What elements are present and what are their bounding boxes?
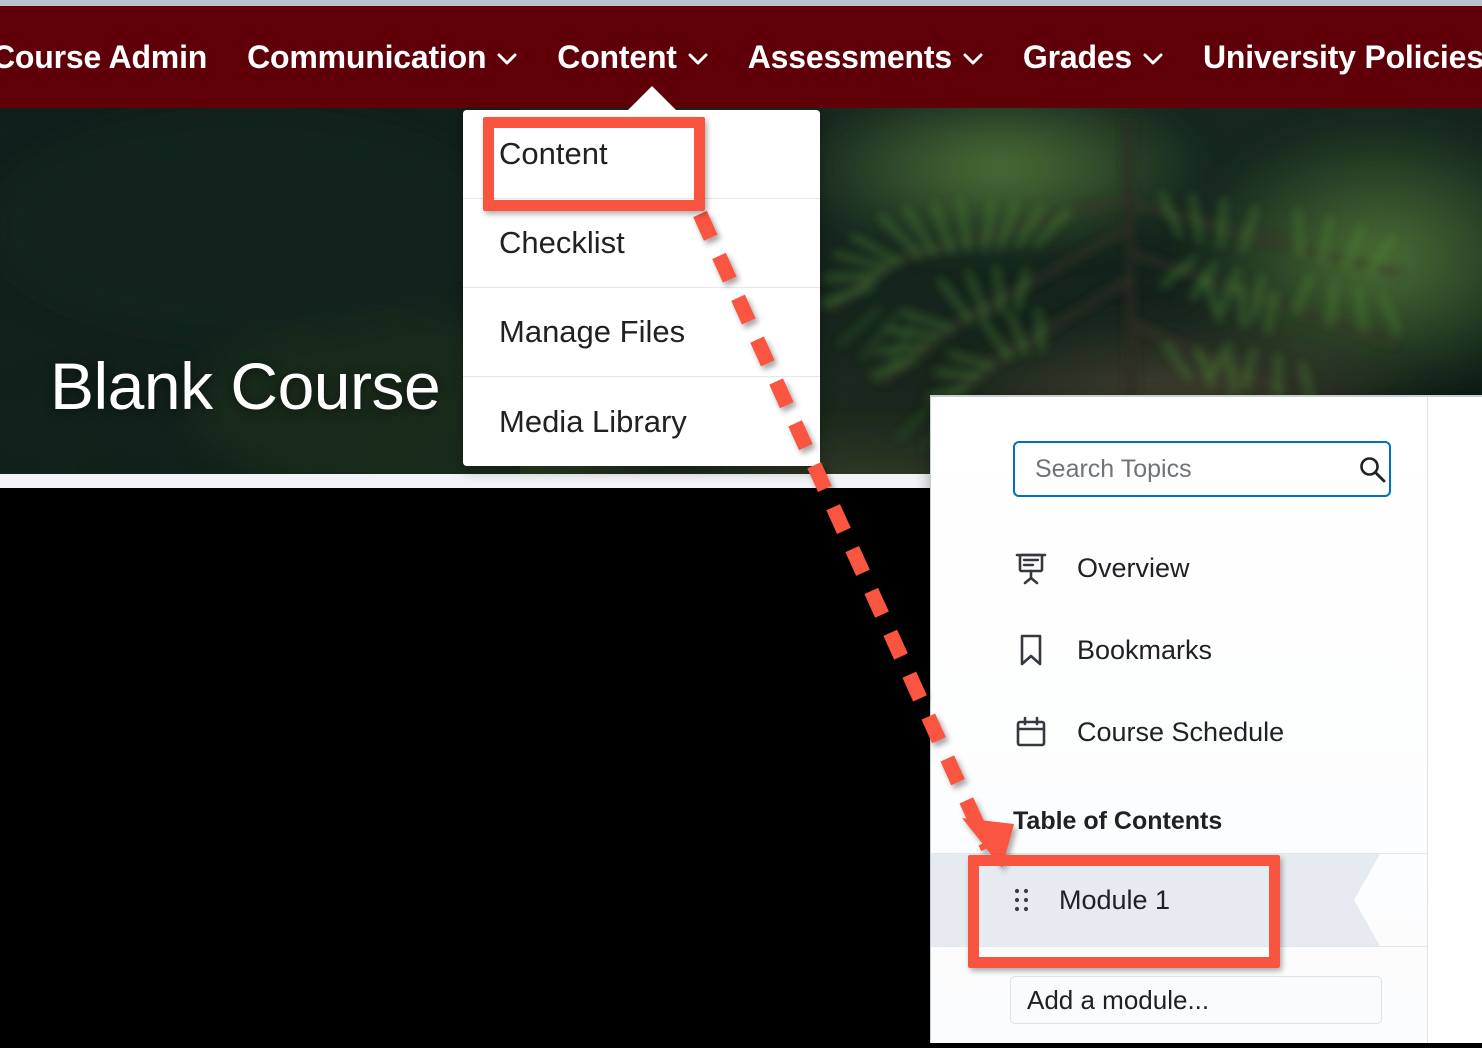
chevron-down-icon bbox=[1143, 52, 1163, 66]
nav-item-content[interactable]: Content bbox=[557, 39, 708, 75]
search-input[interactable] bbox=[1035, 454, 1357, 484]
topic-link-bookmarks[interactable]: Bookmarks bbox=[931, 609, 1428, 691]
menu-item-label: Content bbox=[499, 136, 608, 171]
menu-item-manage-files[interactable]: Manage Files bbox=[463, 288, 820, 377]
menu-item-label: Media Library bbox=[499, 403, 687, 439]
chevron-down-icon bbox=[688, 52, 708, 66]
topics-link-list: Overview Bookmarks Course Schedule bbox=[931, 527, 1428, 773]
topic-link-course-schedule[interactable]: Course Schedule bbox=[931, 691, 1428, 773]
nav-item-course-admin[interactable]: Course Admin bbox=[0, 41, 207, 73]
topics-panel-inner: Overview Bookmarks bbox=[931, 397, 1428, 1043]
drag-handle-icon[interactable] bbox=[1013, 887, 1031, 913]
calendar-icon bbox=[1011, 712, 1051, 752]
nav-item-label: Communication bbox=[247, 39, 487, 75]
topic-link-label: Course Schedule bbox=[1077, 716, 1285, 747]
chevron-down-icon bbox=[497, 52, 517, 66]
nav-item-university-policies[interactable]: University Policies bbox=[1203, 41, 1482, 73]
menu-item-label: Manage Files bbox=[499, 314, 686, 349]
menu-item-content[interactable]: Content bbox=[463, 110, 820, 199]
menu-item-label: Checklist bbox=[499, 225, 625, 260]
nav-item-label: Course Admin bbox=[0, 39, 208, 75]
nav-item-assessments[interactable]: Assessments bbox=[748, 41, 983, 73]
module-selected-notch bbox=[1354, 854, 1380, 946]
search-icon[interactable] bbox=[1357, 454, 1387, 484]
add-module-placeholder: Add a module... bbox=[1027, 984, 1210, 1015]
topic-link-label: Overview bbox=[1077, 552, 1190, 583]
page-title: Blank Course bbox=[50, 349, 441, 423]
screenshot-root: Blank Course Course Admin Communication … bbox=[0, 0, 1482, 1048]
course-navbar: Course Admin Communication Content Asses… bbox=[0, 6, 1482, 108]
module-row-divider bbox=[931, 946, 1428, 947]
nav-item-label: Assessments bbox=[747, 39, 952, 75]
topic-link-label: Bookmarks bbox=[1077, 634, 1213, 665]
menu-item-media-library[interactable]: Media Library bbox=[463, 377, 820, 466]
content-dropdown-menu: Content Checklist Manage Files Media Lib… bbox=[463, 110, 820, 466]
topics-side-panel: Overview Bookmarks bbox=[930, 395, 1482, 1043]
chevron-down-icon bbox=[963, 52, 983, 66]
add-module-field[interactable]: Add a module... bbox=[1010, 976, 1382, 1024]
nav-item-grades[interactable]: Grades bbox=[1023, 41, 1163, 73]
toc-module-row[interactable]: Module 1 bbox=[931, 854, 1482, 946]
presentation-icon bbox=[1011, 548, 1051, 588]
bookmark-icon bbox=[1011, 630, 1051, 670]
nav-item-label: University Policies bbox=[1203, 39, 1482, 75]
nav-item-communication[interactable]: Communication bbox=[247, 41, 517, 73]
menu-item-checklist[interactable]: Checklist bbox=[463, 199, 820, 288]
topic-link-overview[interactable]: Overview bbox=[931, 527, 1428, 609]
table-of-contents-heading: Table of Contents bbox=[1013, 807, 1223, 835]
module-label: Module 1 bbox=[1059, 884, 1171, 915]
dropdown-pointer-caret bbox=[628, 86, 676, 110]
nav-item-label: Content bbox=[557, 39, 677, 75]
module-row-content: Module 1 bbox=[931, 854, 1170, 946]
search-topics-field[interactable] bbox=[1013, 441, 1391, 497]
nav-item-label: Grades bbox=[1022, 39, 1133, 75]
